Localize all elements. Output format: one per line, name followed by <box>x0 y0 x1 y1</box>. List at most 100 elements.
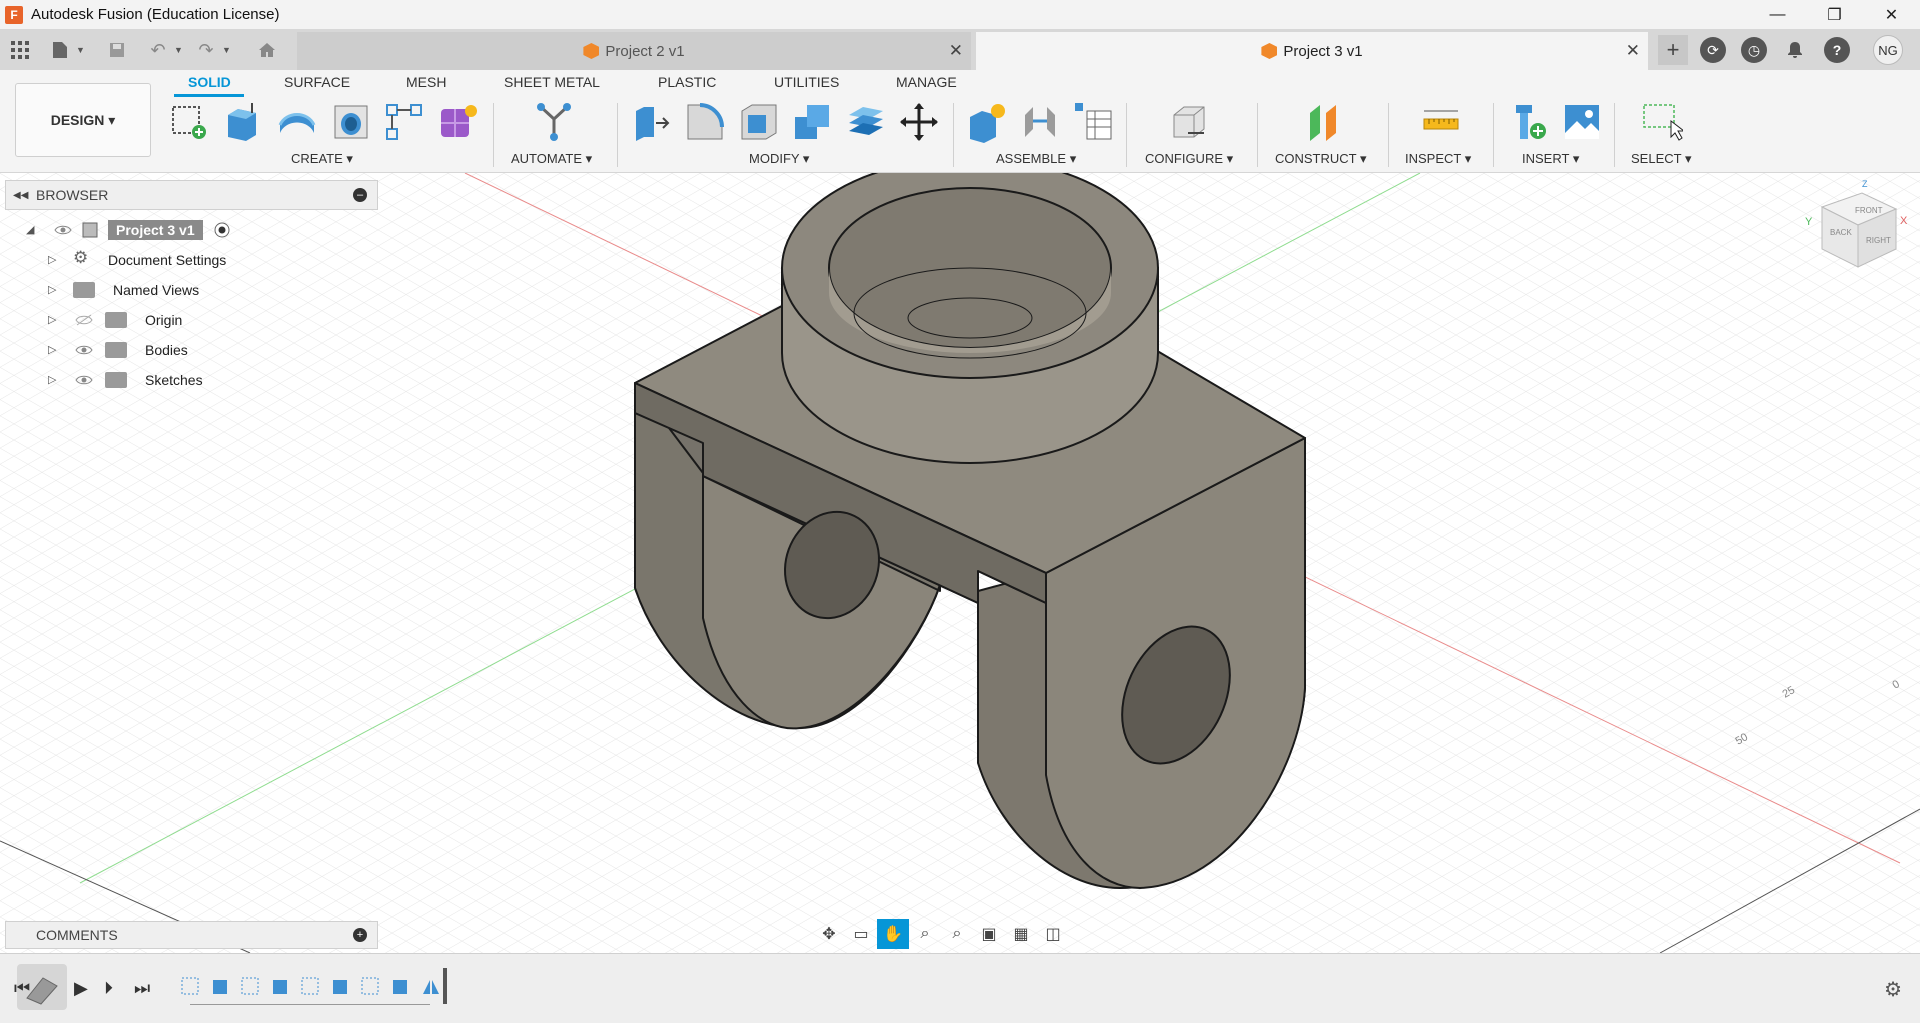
play-icon[interactable]: ▶ <box>74 978 88 999</box>
orbit-icon[interactable]: ✥ <box>813 919 845 949</box>
restore-button[interactable]: ❐ <box>1806 0 1863 29</box>
tab-project-2[interactable]: Project 2 v1 ✕ <box>297 32 971 70</box>
collapse-browser-icon[interactable]: ◀◀ <box>13 190 28 201</box>
app-grid-icon[interactable] <box>7 37 33 63</box>
automate-group-label[interactable]: AUTOMATE ▾ <box>511 151 592 167</box>
new-component-icon[interactable] <box>966 101 1008 143</box>
inspect-group-label[interactable]: INSPECT ▾ <box>1405 151 1471 167</box>
expand-triangle-icon[interactable]: ▷ <box>48 253 56 266</box>
shell-icon[interactable] <box>738 101 780 143</box>
timeline-marker[interactable] <box>443 968 447 1004</box>
modify-group-label[interactable]: MODIFY ▾ <box>749 151 809 167</box>
user-avatar[interactable]: NG <box>1873 35 1903 65</box>
undo-caret-icon[interactable]: ▼ <box>174 37 183 63</box>
step-forward-icon[interactable]: ⏵ <box>104 978 113 999</box>
grid-settings-icon[interactable]: ▦ <box>1005 919 1037 949</box>
press-pull-icon[interactable] <box>630 101 672 143</box>
tab-utilities[interactable]: UTILITIES <box>774 74 839 90</box>
timeline-extrude-icon[interactable] <box>390 976 412 998</box>
file-menu-caret-icon[interactable]: ▼ <box>76 37 85 63</box>
insert-mcmaster-icon[interactable] <box>1508 101 1550 143</box>
tab-manage[interactable]: MANAGE <box>896 74 957 90</box>
configure-group-label[interactable]: CONFIGURE ▾ <box>1145 151 1233 167</box>
visibility-eye-icon[interactable] <box>75 344 93 356</box>
extrude-icon[interactable] <box>222 101 264 143</box>
notifications-icon[interactable] <box>1782 37 1808 63</box>
close-window-button[interactable]: ✕ <box>1863 0 1920 29</box>
extensions-icon[interactable]: ⟳ <box>1700 37 1726 63</box>
select-window-icon[interactable] <box>1641 101 1683 143</box>
timeline-extrude-icon[interactable] <box>270 976 292 998</box>
combine-icon[interactable] <box>791 101 833 143</box>
pan-icon[interactable]: ✋ <box>877 919 909 949</box>
display-settings-icon[interactable]: ▣ <box>973 919 1005 949</box>
timeline-sketch-icon[interactable] <box>300 976 322 998</box>
viewports-icon[interactable]: ◫ <box>1037 919 1069 949</box>
construct-group-label[interactable]: CONSTRUCT ▾ <box>1275 151 1367 167</box>
collapse-triangle-icon[interactable]: ◢ <box>26 223 34 236</box>
expand-triangle-icon[interactable]: ▷ <box>48 373 56 386</box>
create-group-label[interactable]: CREATE ▾ <box>291 151 353 167</box>
close-tab-icon[interactable]: ✕ <box>1626 41 1640 61</box>
close-tab-icon[interactable]: ✕ <box>949 41 963 61</box>
tab-plastic[interactable]: PLASTIC <box>658 74 716 90</box>
timeline-mirror-icon[interactable] <box>420 976 442 998</box>
move-icon[interactable] <box>898 101 940 143</box>
timeline-sketch-icon[interactable] <box>180 976 202 998</box>
timeline-sketch-icon[interactable] <box>360 976 382 998</box>
expand-triangle-icon[interactable]: ▷ <box>48 343 56 356</box>
fit-icon[interactable]: ⌕ <box>941 919 973 949</box>
go-to-start-icon[interactable]: ⏮ <box>14 978 30 999</box>
create-sketch-icon[interactable] <box>168 101 210 143</box>
look-at-icon[interactable]: ▭ <box>845 919 877 949</box>
redo-caret-icon[interactable]: ▼ <box>222 37 231 63</box>
job-status-icon[interactable]: ◷ <box>1741 37 1767 63</box>
browser-panel-header[interactable]: ◀◀ BROWSER – <box>5 180 378 210</box>
redo-icon[interactable]: ↷ <box>193 37 219 63</box>
assemble-group-label[interactable]: ASSEMBLE ▾ <box>996 151 1076 167</box>
go-to-end-icon[interactable]: ⏭ <box>134 978 150 999</box>
pattern-icon[interactable] <box>383 101 425 143</box>
fillet-icon[interactable] <box>684 101 726 143</box>
tab-sheet-metal[interactable]: SHEET METAL <box>504 74 600 90</box>
timeline-sketch-icon[interactable] <box>240 976 262 998</box>
help-icon[interactable]: ? <box>1824 37 1850 63</box>
visibility-eye-icon[interactable] <box>75 374 93 386</box>
joint-icon[interactable] <box>1019 101 1061 143</box>
timeline-extrude-icon[interactable] <box>210 976 232 998</box>
revolve-icon[interactable] <box>276 101 318 143</box>
select-group-label[interactable]: SELECT ▾ <box>1631 151 1691 167</box>
hidden-eye-icon[interactable] <box>75 314 93 326</box>
timeline-settings-gear-icon[interactable]: ⚙ <box>1884 977 1902 1002</box>
add-comment-icon[interactable]: + <box>353 928 367 942</box>
insert-group-label[interactable]: INSERT ▾ <box>1522 151 1579 167</box>
visibility-eye-icon[interactable] <box>54 224 72 236</box>
undo-icon[interactable]: ↶ <box>145 37 171 63</box>
timeline-extrude-icon[interactable] <box>330 976 352 998</box>
expand-triangle-icon[interactable]: ▷ <box>48 313 56 326</box>
offset-face-icon[interactable] <box>845 101 887 143</box>
cylinder-boss[interactable] <box>781 173 1159 464</box>
tab-solid[interactable]: SOLID <box>188 74 231 90</box>
insert-canvas-icon[interactable] <box>1561 101 1603 143</box>
activate-radio-icon[interactable] <box>214 222 230 238</box>
automate-icon[interactable] <box>533 101 575 143</box>
expand-triangle-icon[interactable]: ▷ <box>48 283 56 296</box>
comments-panel-header[interactable]: COMMENTS + <box>5 921 378 949</box>
home-icon[interactable] <box>254 37 280 63</box>
tab-mesh[interactable]: MESH <box>406 74 446 90</box>
zoom-icon[interactable]: ⌕ <box>909 919 941 949</box>
new-tab-icon[interactable]: + <box>1658 35 1688 65</box>
configure-icon[interactable] <box>1168 101 1210 143</box>
bill-of-materials-icon[interactable] <box>1073 101 1115 143</box>
hole-icon[interactable] <box>330 101 372 143</box>
save-icon[interactable] <box>104 37 130 63</box>
minimize-button[interactable]: — <box>1749 0 1806 29</box>
file-menu-icon[interactable] <box>47 37 73 63</box>
tab-project-3[interactable]: Project 3 v1 ✕ <box>976 32 1648 70</box>
browser-minimize-icon[interactable]: – <box>353 188 367 202</box>
canvas-viewport[interactable]: 25 50 0 FRONT BACK RIGHT X Y Z <box>0 173 1920 953</box>
tab-surface[interactable]: SURFACE <box>284 74 350 90</box>
measure-icon[interactable] <box>1420 101 1462 143</box>
create-form-icon[interactable] <box>437 101 479 143</box>
